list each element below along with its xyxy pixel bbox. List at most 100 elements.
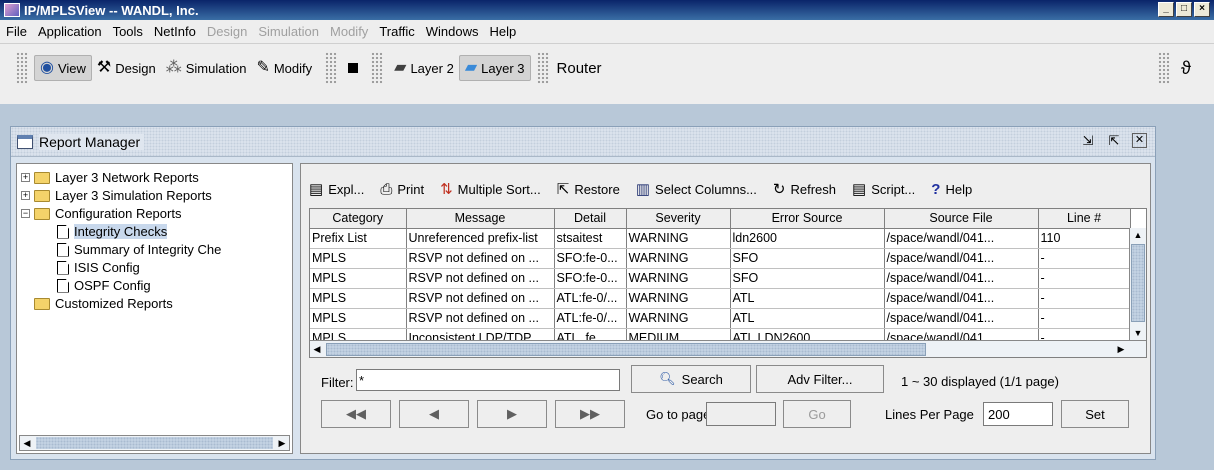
filter-input[interactable] <box>356 369 620 391</box>
scroll-right-icon[interactable]: ▶ <box>1114 342 1128 356</box>
tree-item-layer3-simulation-reports[interactable]: + Layer 3 Simulation Reports <box>21 188 212 203</box>
cell-severity: WARNING <box>626 288 731 309</box>
close-icon[interactable]: × <box>1194 2 1210 17</box>
tree-item-summary-integrity[interactable]: Summary of Integrity Che <box>57 242 221 257</box>
print-button[interactable]: ⎙ Print <box>380 181 424 198</box>
tree-item-layer3-network-reports[interactable]: + Layer 3 Network Reports <box>21 170 199 185</box>
path-icon: ϑ <box>1181 58 1191 78</box>
toolbar-grip[interactable] <box>325 52 338 84</box>
toolbar-grip[interactable] <box>1158 52 1171 84</box>
adv-filter-button[interactable]: Adv Filter... <box>756 365 884 393</box>
layer2-button[interactable]: ▰ Layer 2 <box>389 56 459 80</box>
go-label: Go <box>808 406 826 422</box>
column-header-detail[interactable]: Detail <box>554 209 627 229</box>
tree-item-ospf-config[interactable]: OSPF Config <box>57 278 151 293</box>
cell-line: - <box>1038 248 1131 269</box>
menu-file[interactable]: File <box>6 24 27 39</box>
table-row[interactable]: Prefix List Unreferenced prefix-list sts… <box>310 228 1131 249</box>
router-button[interactable]: Router <box>551 56 608 81</box>
cell-error-source: SFO <box>730 248 885 269</box>
layer3-button[interactable]: ▰ Layer 3 <box>458 55 531 81</box>
expand-icon[interactable]: + <box>21 173 30 182</box>
stop-button[interactable] <box>343 59 363 77</box>
tree-item-isis-config[interactable]: ISIS Config <box>57 260 140 275</box>
toolbar-grip[interactable] <box>371 52 384 84</box>
set-label: Set <box>1085 406 1105 422</box>
close-frame-icon[interactable]: ✕ <box>1132 133 1147 148</box>
toolbar-grip[interactable] <box>536 52 549 84</box>
help-button[interactable]: ? Help <box>931 181 972 198</box>
menu-application[interactable]: Application <box>38 24 102 39</box>
menu-netinfo[interactable]: NetInfo <box>154 24 196 39</box>
cell-source-file: /space/wandl/041... <box>884 228 1039 249</box>
window-controls: _ □ × <box>1158 2 1210 17</box>
tree-item-customized-reports[interactable]: Customized Reports <box>34 296 173 311</box>
menu-windows[interactable]: Windows <box>426 24 479 39</box>
table-horizontal-scrollbar[interactable]: ◀ ▶ <box>310 340 1146 357</box>
search-button[interactable]: 🔍︎ Search <box>631 365 751 393</box>
go-button[interactable]: Go <box>783 400 851 428</box>
minimize-frame-icon[interactable]: ⇲ <box>1080 133 1096 149</box>
explain-button[interactable]: ▤ Expl... <box>309 180 364 198</box>
column-header-category[interactable]: Category <box>310 209 407 229</box>
table-row[interactable]: MPLS RSVP not defined on ... ATL:fe-0/..… <box>310 308 1131 329</box>
refresh-button[interactable]: ↻ Refresh <box>773 180 836 198</box>
scroll-left-icon[interactable]: ◀ <box>20 436 34 450</box>
table-row[interactable]: MPLS RSVP not defined on ... SFO:fe-0...… <box>310 248 1131 269</box>
search-label: Search <box>681 371 723 387</box>
lines-per-page-input[interactable] <box>983 402 1053 426</box>
first-page-button[interactable]: ◀◀ <box>321 400 391 428</box>
tree-horizontal-scrollbar[interactable]: ◀ ▶ <box>19 435 290 451</box>
goto-page-input[interactable] <box>706 402 776 426</box>
scroll-thumb[interactable] <box>326 342 926 356</box>
column-header-error-source[interactable]: Error Source <box>730 209 885 229</box>
toolbar-grip[interactable] <box>16 52 28 84</box>
scroll-down-icon[interactable]: ▼ <box>1131 326 1145 340</box>
script-button[interactable]: ▤ Script... <box>852 180 915 198</box>
expand-icon[interactable]: + <box>21 191 30 200</box>
column-header-severity[interactable]: Severity <box>626 209 731 229</box>
script-icon: ▤ <box>852 181 867 198</box>
design-mode-button[interactable]: ⚒ Design <box>92 56 161 80</box>
set-button[interactable]: Set <box>1061 400 1129 428</box>
collapse-icon[interactable]: − <box>21 209 30 218</box>
cell-message: RSVP not defined on ... <box>406 308 555 329</box>
cell-source-file: /space/wandl/041... <box>884 288 1039 309</box>
modify-mode-label: Modify <box>273 60 313 76</box>
filter-label: Filter: <box>321 375 354 390</box>
table-vertical-scrollbar[interactable]: ▲ ▼ <box>1129 228 1146 340</box>
restore-button[interactable]: ⇱ Restore <box>557 180 620 198</box>
table-row[interactable]: MPLS RSVP not defined on ... SFO:fe-0...… <box>310 268 1131 289</box>
scroll-up-icon[interactable]: ▲ <box>1131 228 1145 242</box>
modify-mode-button[interactable]: ✎ Modify <box>251 56 317 80</box>
column-header-message[interactable]: Message <box>406 209 555 229</box>
scroll-thumb[interactable] <box>1131 244 1145 322</box>
next-page-button[interactable]: ▶ <box>477 400 547 428</box>
menu-traffic[interactable]: Traffic <box>379 24 414 39</box>
tree-item-integrity-checks[interactable]: Integrity Checks <box>57 224 168 239</box>
last-page-button[interactable]: ▶▶ <box>555 400 625 428</box>
menu-tools[interactable]: Tools <box>113 24 143 39</box>
minimize-icon[interactable]: _ <box>1158 2 1174 17</box>
select-columns-button[interactable]: ▥ Select Columns... <box>636 180 757 198</box>
view-mode-button[interactable]: ◉ View <box>34 55 92 81</box>
document-icon <box>57 260 69 275</box>
previous-page-button[interactable]: ◀ <box>399 400 469 428</box>
maximize-icon[interactable]: □ <box>1176 2 1192 17</box>
search-icon: 🔍︎ <box>659 371 676 386</box>
path-icon-button[interactable]: ϑ <box>1176 56 1200 80</box>
table-row[interactable]: MPLS RSVP not defined on ... ATL:fe-0/..… <box>310 288 1131 309</box>
cell-error-source: ATL <box>730 288 885 309</box>
column-header-line[interactable]: Line # <box>1038 209 1131 229</box>
menu-help[interactable]: Help <box>489 24 516 39</box>
column-header-source-file[interactable]: Source File <box>884 209 1039 229</box>
scroll-thumb[interactable] <box>36 437 273 449</box>
maximize-frame-icon[interactable]: ⇱ <box>1106 133 1122 149</box>
multiple-sort-button[interactable]: ⇅ Multiple Sort... <box>440 180 541 198</box>
scroll-left-icon[interactable]: ◀ <box>310 342 324 356</box>
scroll-right-icon[interactable]: ▶ <box>275 436 289 450</box>
script-label: Script... <box>871 181 916 197</box>
report-manager-title-bar[interactable]: Report Manager ⇲ ⇱ ✕ <box>11 127 1155 157</box>
simulation-mode-button[interactable]: ⁂ Simulation <box>161 56 252 80</box>
tree-item-configuration-reports[interactable]: − Configuration Reports <box>21 206 181 221</box>
